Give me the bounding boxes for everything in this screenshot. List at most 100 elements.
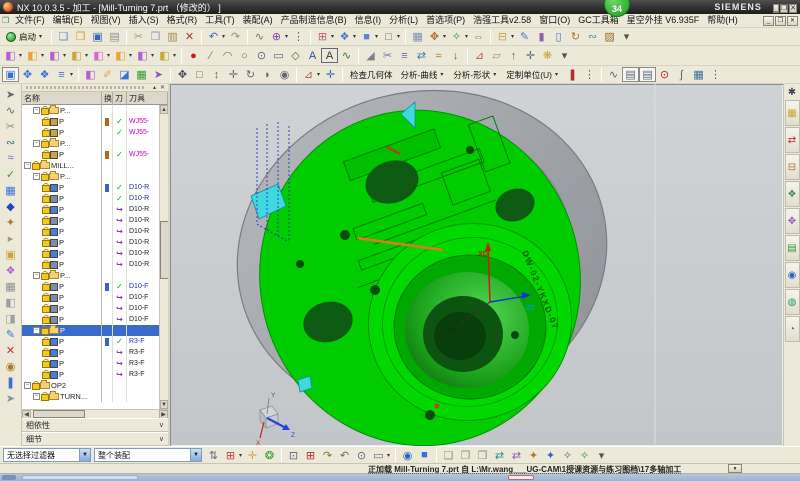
type-filter-button[interactable]: ▣ <box>2 67 19 82</box>
custom-units-button[interactable]: 定制单位(U)▾ <box>502 67 564 83</box>
panel-grip[interactable]: ▴ ✕ <box>22 84 168 92</box>
point-set-button[interactable]: ✛ <box>522 48 539 63</box>
menu-视图V[interactable]: 视图(V) <box>87 15 125 25</box>
save-button[interactable]: ▣ <box>89 29 106 44</box>
snapshot-button[interactable]: ◉ <box>276 67 293 82</box>
menu-浩强工具v2.58[interactable]: 浩强工具v2.58 <box>469 15 535 25</box>
generate-toolpath-icon[interactable]: ▣ <box>2 246 20 262</box>
machine-sim-icon[interactable]: ◧ <box>2 294 20 310</box>
child-close-button[interactable]: ✕ <box>787 16 798 26</box>
tree-row[interactable]: P↪D10-F <box>22 303 159 314</box>
boxed-text-button[interactable]: A <box>321 48 338 63</box>
strip-sep-icon[interactable]: ▸ <box>2 230 20 246</box>
child-restore-button[interactable]: ❐ <box>775 16 786 26</box>
general-selection-button[interactable]: ✥ <box>19 67 36 82</box>
part-navigator-tab[interactable]: ⊟ <box>785 154 800 180</box>
assembly-navigator-tab[interactable]: ▦ <box>785 100 800 126</box>
menu-工具T[interactable]: 工具(T) <box>201 15 239 25</box>
trim-toolpath-icon[interactable]: ✂ <box>2 118 20 134</box>
tree-row[interactable]: P↪R3-F <box>22 347 159 358</box>
restore-button[interactable]: ❐ <box>780 4 788 13</box>
close-button[interactable]: ✕ <box>789 4 797 13</box>
list-toolpath-icon[interactable]: ▦ <box>2 278 20 294</box>
column-header-3[interactable]: 刀 <box>113 92 127 105</box>
replay-button[interactable]: ∿ <box>251 29 268 44</box>
check-geometry-button[interactable]: 检查几何体 <box>346 67 397 83</box>
simulate-icon[interactable]: ▦ <box>2 182 20 198</box>
tool-gold-icon[interactable]: ✦ <box>525 448 542 463</box>
analysis-curve-button[interactable]: 分析-曲线▾ <box>397 67 450 83</box>
replay-path-button[interactable]: ∿ <box>605 67 622 82</box>
pan-button[interactable]: ✛ <box>225 67 242 82</box>
sync-icon[interactable]: ◨ <box>2 310 20 326</box>
taskbar-start-fragment[interactable] <box>2 475 16 480</box>
add-box-icon[interactable]: ⊞ <box>302 448 319 463</box>
sweep-button[interactable]: ∾ <box>584 29 601 44</box>
hd3d-tools-tab[interactable]: ◉ <box>785 262 800 288</box>
menu-装配A[interactable]: 装配(A) <box>239 15 277 25</box>
delete-button[interactable]: ✕ <box>181 29 198 44</box>
history-tab[interactable]: ◔ <box>785 316 800 342</box>
program-order-view-button[interactable]: ◧ <box>82 67 99 82</box>
tree-row[interactable]: −P... <box>22 171 159 182</box>
manual-book-button[interactable]: ❚ <box>564 67 581 82</box>
datum-csys-button[interactable]: ⊿ <box>471 48 488 63</box>
highlight-icon[interactable]: ✛ <box>244 448 261 463</box>
light-button[interactable]: ❋ <box>539 48 556 63</box>
machining-method-view-button[interactable]: ▦ <box>133 67 150 82</box>
pan-snap-icon[interactable]: ↶ <box>336 448 353 463</box>
selection-scope-combo[interactable]: 整个装配 ▼ <box>94 448 202 462</box>
redo-button[interactable]: ↷ <box>227 29 244 44</box>
menu-格式R[interactable]: 格式(R) <box>163 15 202 25</box>
tool-blue-icon[interactable]: ✦ <box>542 448 559 463</box>
selection-filter-combo[interactable]: 无选择过滤器 ▼ <box>3 448 91 462</box>
new-file-button[interactable]: ❏ <box>55 29 72 44</box>
tree-row[interactable]: −TURN... <box>22 391 159 402</box>
verify-toolpath-icon[interactable]: ✓ <box>2 166 20 182</box>
edit-toolpath-icon[interactable]: ∿ <box>2 102 20 118</box>
panel-pin-icon[interactable]: ▴ <box>153 84 156 92</box>
scroll-up-icon[interactable]: ▲ <box>160 105 168 114</box>
clip-paste-icon[interactable]: ❐ <box>457 448 474 463</box>
tool-axis-icon[interactable]: ➤ <box>2 390 20 406</box>
more-analysis-button[interactable]: ⋮ <box>581 67 598 82</box>
divide-toolpath-icon[interactable]: ∾ <box>2 134 20 150</box>
menu-编辑E[interactable]: 编辑(E) <box>49 15 87 25</box>
chevron-down-icon[interactable]: ▼ <box>190 449 201 461</box>
preview-icon[interactable]: ◉ <box>399 448 416 463</box>
tree-row[interactable]: P↪D10-F <box>22 292 159 303</box>
tree-row[interactable]: P✓WJ55-OP1 <box>22 127 159 138</box>
sketch-button[interactable]: ✎ <box>516 29 533 44</box>
tree-row[interactable]: P↪D10-R <box>22 204 159 215</box>
tree-horizontal-scrollbar[interactable]: ◀ ▶ <box>22 409 168 418</box>
copy-button[interactable]: ❒ <box>147 29 164 44</box>
child-minimize-button[interactable]: _ <box>763 16 774 26</box>
pause-output-icon[interactable]: ◉ <box>2 358 20 374</box>
plane-button[interactable]: ▱ <box>488 48 505 63</box>
rotate-snap-icon[interactable]: ↷ <box>319 448 336 463</box>
column-header-2[interactable]: 换 <box>102 92 113 105</box>
menu-插入S[interactable]: 插入(S) <box>125 15 163 25</box>
dependencies-section[interactable]: 相依性 ∨ <box>22 418 168 432</box>
tree-row[interactable]: −P <box>22 325 159 336</box>
mirror-button[interactable]: ⇄ <box>413 48 430 63</box>
tree-row[interactable]: −MILL... <box>22 160 159 171</box>
machine-tool-view-button[interactable]: ✐ <box>99 67 116 82</box>
clip-special-icon[interactable]: ❒ <box>474 448 491 463</box>
expand-toggle-icon[interactable]: − <box>33 107 40 114</box>
menu-星空外挂V6.935F[interactable]: 星空外挂 V6.935F <box>623 15 704 25</box>
project-button[interactable]: ↓ <box>447 48 464 63</box>
tree-row[interactable]: P✓D10-R <box>22 182 159 193</box>
minimize-button[interactable]: _ <box>773 4 779 13</box>
expand-toggle-icon[interactable]: − <box>24 382 31 389</box>
status-dropdown-icon[interactable]: ▼ <box>728 464 742 473</box>
parallel-generate-icon[interactable]: ❖ <box>2 262 20 278</box>
more-selbar-button[interactable]: ▾ <box>593 448 610 463</box>
tree-row[interactable]: P↪D10-R <box>22 226 159 237</box>
scope-refresh-icon[interactable]: ⇅ <box>205 448 222 463</box>
constraint-navigator-tab[interactable]: ⇄ <box>785 127 800 153</box>
polygon-button[interactable]: ◇ <box>287 48 304 63</box>
cam-extra-button[interactable]: ➤ <box>150 67 167 82</box>
info-listing-icon[interactable]: ❚ <box>2 374 20 390</box>
line-button[interactable]: ∕ <box>202 48 219 63</box>
